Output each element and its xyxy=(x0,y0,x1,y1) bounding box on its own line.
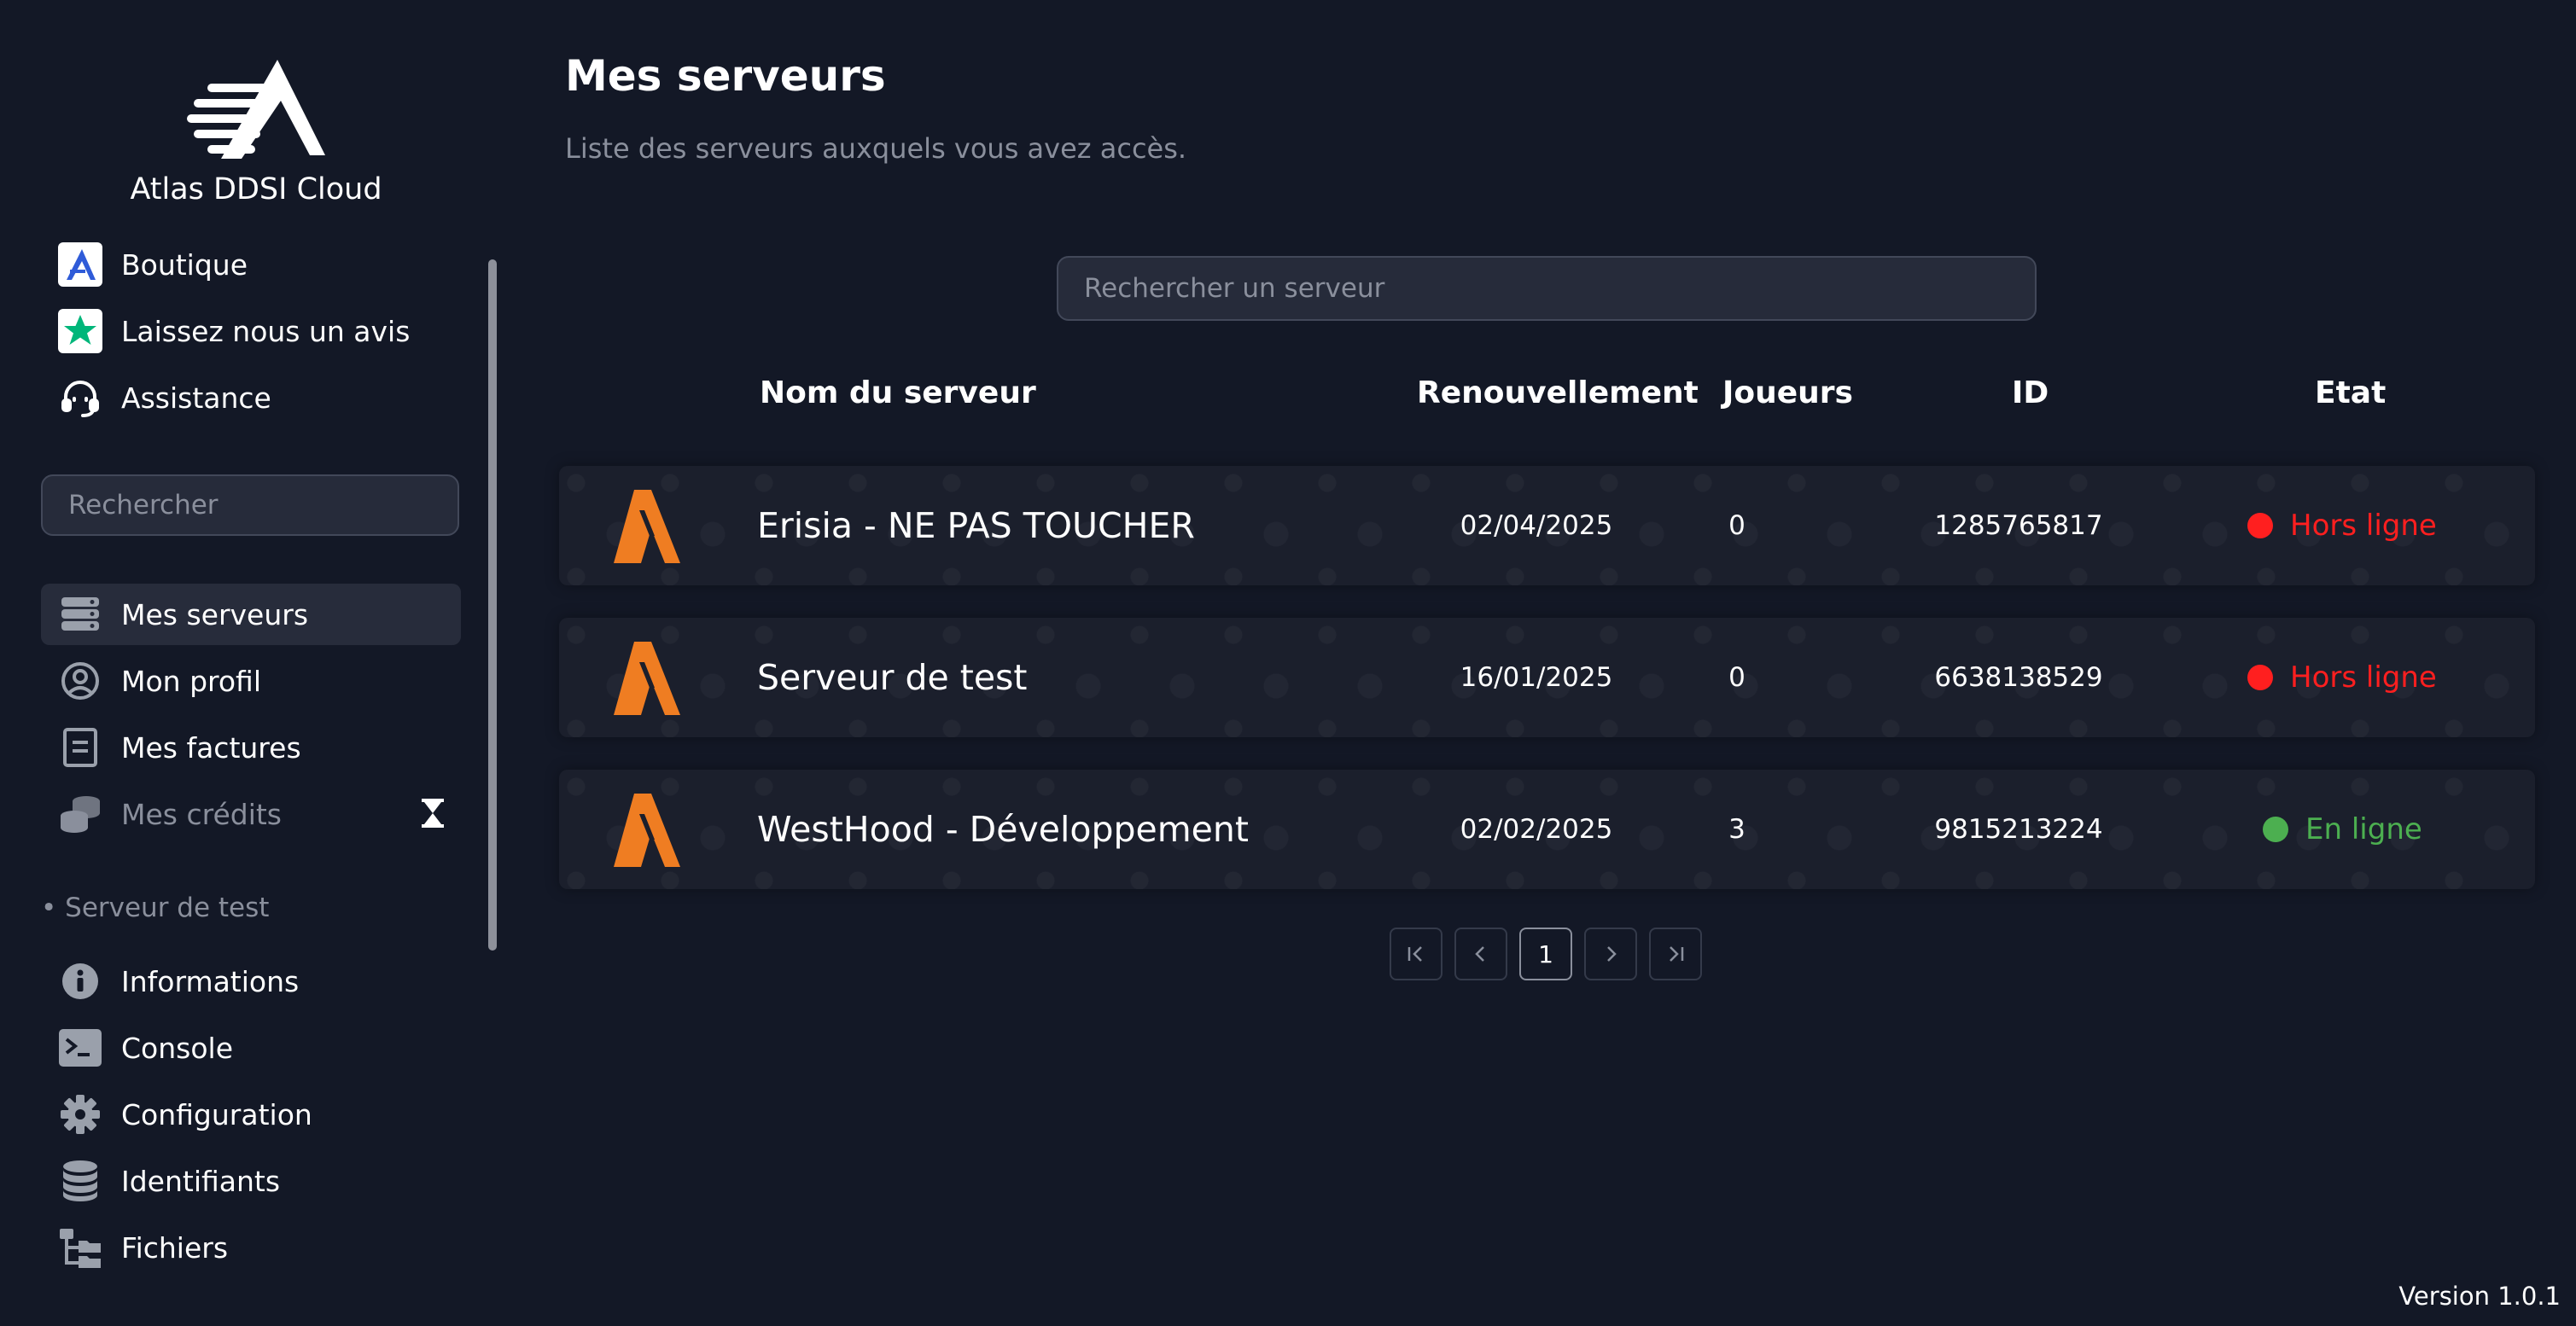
folder-tree-icon xyxy=(56,1224,104,1271)
hourglass-icon xyxy=(422,799,444,831)
trustpilot-star-icon xyxy=(56,307,104,355)
status-badge: En ligne xyxy=(2263,770,2422,889)
server-search-input[interactable] xyxy=(1057,256,2037,321)
sidebar-item-label: Laissez nous un avis xyxy=(121,314,411,348)
sidebar-item-label: Mes serveurs xyxy=(121,597,309,631)
sidebar-item-identifiants[interactable]: Identifiants xyxy=(41,1150,461,1212)
status-dot-icon xyxy=(2247,513,2273,538)
sidebar-item-configuration[interactable]: Configuration xyxy=(41,1084,461,1145)
app-version: Version 1.0.1 xyxy=(2398,1282,2561,1311)
status-dot-icon xyxy=(2247,665,2273,690)
pagination-last-button[interactable] xyxy=(1649,928,1702,980)
coins-icon xyxy=(56,790,104,838)
server-name: Serveur de test xyxy=(757,657,1028,698)
sidebar-item-label: Console xyxy=(121,1031,234,1065)
status-badge: Hors ligne xyxy=(2247,466,2437,585)
terminal-icon xyxy=(56,1024,104,1072)
sidebar-item-label: Fichiers xyxy=(121,1230,229,1265)
sidebar-item-mes-serveurs[interactable]: Mes serveurs xyxy=(41,584,461,645)
player-count: 0 xyxy=(1728,510,1746,541)
player-count: 0 xyxy=(1728,662,1746,693)
page-title: Mes serveurs xyxy=(565,51,886,101)
status-text: En ligne xyxy=(2305,812,2422,846)
headset-icon xyxy=(56,374,104,422)
current-server-section-label: • Serveur de test xyxy=(41,893,270,923)
sidebar-item-mes-factures[interactable]: Mes factures xyxy=(41,717,461,778)
table-row[interactable]: Erisia - NE PAS TOUCHER 02/04/2025 0 128… xyxy=(559,466,2535,585)
sidebar-item-label: Mes factures xyxy=(121,730,301,765)
sidebar-item-fichiers[interactable]: Fichiers xyxy=(41,1217,461,1278)
server-name: Erisia - NE PAS TOUCHER xyxy=(757,505,1195,546)
pagination-page-button[interactable]: 1 xyxy=(1519,928,1572,980)
server-stack-icon xyxy=(56,590,104,638)
first-page-icon xyxy=(1407,946,1422,962)
status-text: Hors ligne xyxy=(2290,509,2437,543)
last-page-icon xyxy=(1670,946,1684,962)
sidebar-item-label: Configuration xyxy=(121,1097,312,1131)
sidebar-search-input[interactable] xyxy=(41,474,459,536)
column-header-id[interactable]: ID xyxy=(2012,375,2049,410)
fivem-logo-icon xyxy=(614,642,680,715)
column-header-players[interactable]: Joueurs xyxy=(1722,375,1853,410)
column-header-name[interactable]: Nom du serveur xyxy=(760,375,1036,410)
info-icon xyxy=(56,957,104,1005)
server-id: 6638138529 xyxy=(1934,662,2103,693)
pagination-prev-button[interactable] xyxy=(1454,928,1507,980)
brand-name: Atlas DDSI Cloud xyxy=(130,172,382,206)
column-header-renewal[interactable]: Renouvellement xyxy=(1417,375,1699,410)
sidebar-item-informations[interactable]: Informations xyxy=(41,951,461,1012)
sidebar-item-avis[interactable]: Laissez nous un avis xyxy=(41,300,461,362)
gear-icon xyxy=(56,1090,104,1138)
user-circle-icon xyxy=(56,657,104,705)
sidebar-item-label: Informations xyxy=(121,964,300,998)
status-dot-icon xyxy=(2263,817,2288,842)
page-subtitle: Liste des serveurs auxquels vous avez ac… xyxy=(565,132,1187,165)
brand[interactable]: Atlas DDSI Cloud xyxy=(0,51,512,222)
database-icon xyxy=(56,1157,104,1205)
status-badge: Hors ligne xyxy=(2247,618,2437,737)
pagination-next-button[interactable] xyxy=(1584,928,1637,980)
sidebar-scrollbar[interactable] xyxy=(488,259,497,951)
sidebar-item-label: Mon profil xyxy=(121,664,262,698)
sidebar: Atlas DDSI Cloud Boutique Laissez nous u… xyxy=(0,0,512,1326)
sidebar-item-label: Identifiants xyxy=(121,1164,281,1198)
column-header-state[interactable]: Etat xyxy=(2315,375,2386,410)
sidebar-item-label: Mes crédits xyxy=(121,797,282,831)
player-count: 3 xyxy=(1728,814,1746,845)
renewal-date: 02/04/2025 xyxy=(1460,510,1613,541)
server-id: 1285765817 xyxy=(1934,510,2103,541)
pagination-first-button[interactable] xyxy=(1390,928,1442,980)
renewal-date: 16/01/2025 xyxy=(1460,662,1613,693)
server-name: WestHood - Développement xyxy=(757,809,1249,850)
sidebar-item-console[interactable]: Console xyxy=(41,1017,461,1079)
table-row[interactable]: Serveur de test 16/01/2025 0 6638138529 … xyxy=(559,618,2535,737)
sidebar-item-assistance[interactable]: Assistance xyxy=(41,367,461,428)
fivem-logo-icon xyxy=(614,490,680,563)
sidebar-item-label: Boutique xyxy=(121,247,248,282)
fivem-logo-icon xyxy=(614,794,680,867)
sidebar-item-label: Assistance xyxy=(121,381,271,415)
server-id: 9815213224 xyxy=(1934,814,2103,845)
sidebar-item-mes-credits[interactable]: Mes crédits xyxy=(41,783,461,845)
table-row[interactable]: WestHood - Développement 02/02/2025 3 98… xyxy=(559,770,2535,889)
atlas-logo-icon xyxy=(56,241,104,288)
atlas-logo-icon xyxy=(187,60,325,159)
invoice-icon xyxy=(56,724,104,771)
sidebar-item-boutique[interactable]: Boutique xyxy=(41,234,461,295)
status-text: Hors ligne xyxy=(2290,660,2437,695)
sidebar-item-mon-profil[interactable]: Mon profil xyxy=(41,650,461,712)
chevron-right-icon xyxy=(1607,946,1617,962)
chevron-left-icon xyxy=(1475,946,1484,962)
renewal-date: 02/02/2025 xyxy=(1460,814,1613,845)
